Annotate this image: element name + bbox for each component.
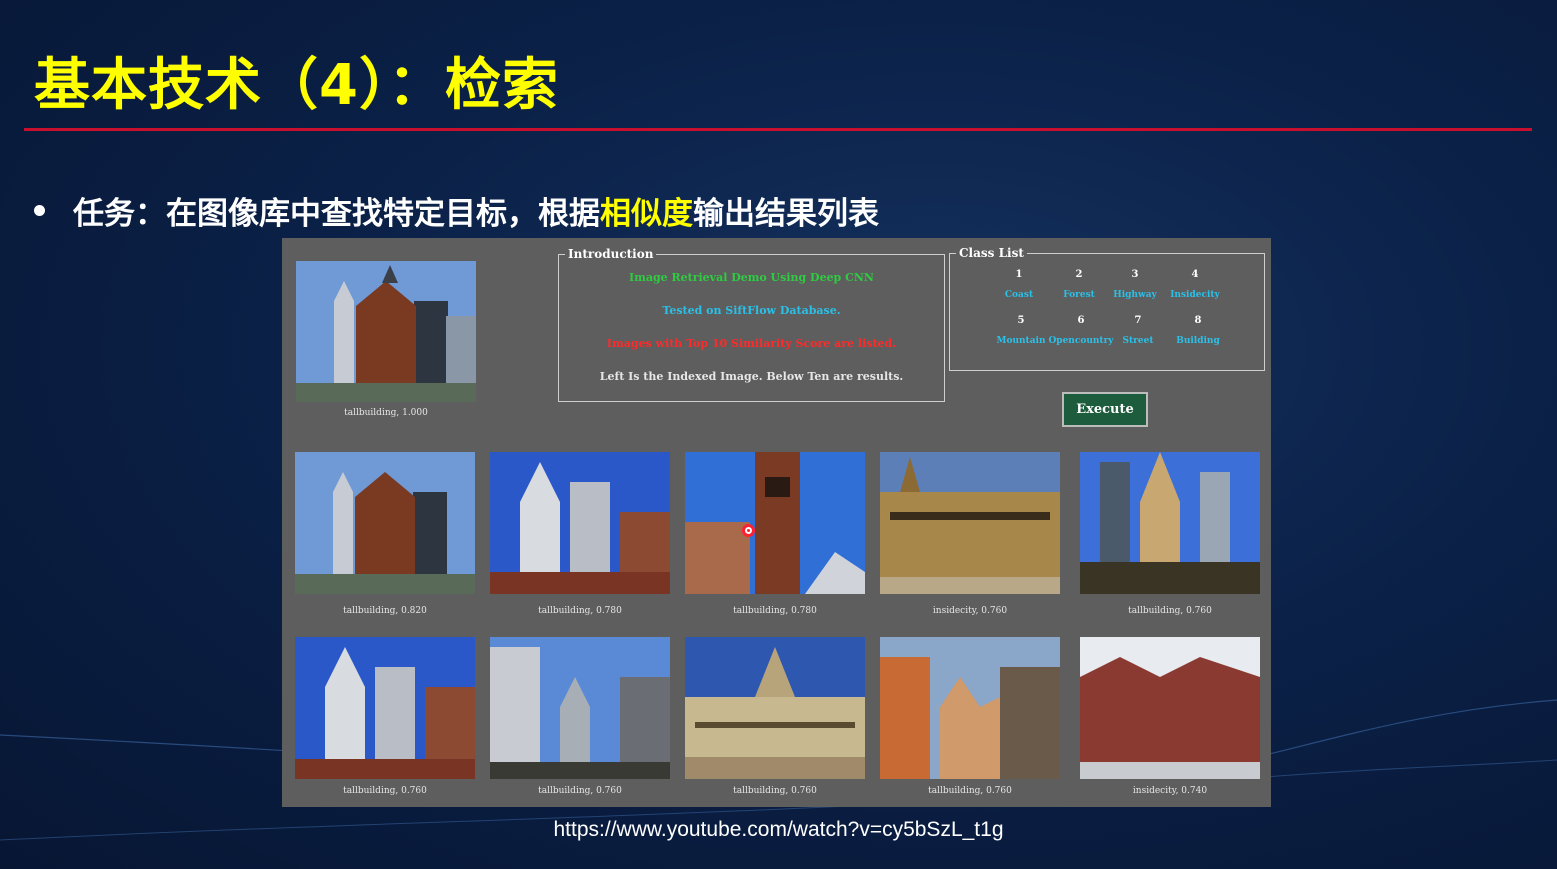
class-list-legend: Class List — [956, 245, 1027, 261]
class-item-insidecity[interactable]: 4 Insidecity — [1160, 268, 1230, 302]
result-image-5[interactable] — [1080, 452, 1260, 594]
class-number: 4 — [1191, 269, 1199, 280]
result-caption-8: tallbuilding, 0.760 — [733, 786, 817, 796]
result-caption-1: tallbuilding, 0.820 — [343, 606, 427, 616]
execute-button[interactable]: Execute — [1062, 392, 1148, 427]
title-divider — [24, 128, 1532, 131]
bullet-icon — [34, 204, 45, 216]
class-list-box: Class List 1 Coast 2 Forest 3 Highway 4 Insi… — [949, 245, 1265, 371]
slide-title: 基本技术（4）：检索 — [34, 53, 559, 118]
video-link[interactable]: https://www.youtube.com/watch?v=cy5bSzL_… — [0, 818, 1557, 842]
class-name: Insidecity — [1170, 290, 1220, 300]
intro-line-2: Tested on SiftFlow Database. — [662, 304, 841, 317]
result-image-4[interactable] — [880, 452, 1060, 594]
intro-line-4: Left Is the Indexed Image. Below Ten are… — [599, 370, 904, 383]
result-image-6[interactable] — [295, 637, 475, 779]
introduction-legend: Introduction — [565, 246, 657, 262]
result-caption-4: insidecity, 0.760 — [932, 606, 1008, 616]
task-bullet: 任务：在图像库中查找特定目标，根据 相似度 输出结果列表 — [34, 190, 879, 232]
class-item-building[interactable]: 8 Building — [1163, 314, 1233, 348]
bullet-text-prefix: 任务：在图像库中查找特定目标，根据 — [73, 195, 600, 232]
result-caption-3: tallbuilding, 0.780 — [733, 606, 817, 616]
mouse-pointer-icon — [742, 524, 755, 537]
result-caption-2: tallbuilding, 0.780 — [538, 606, 622, 616]
result-image-8[interactable] — [685, 637, 865, 779]
intro-line-1: Image Retrieval Demo Using Deep CNN — [629, 271, 874, 284]
bullet-text-suffix: 输出结果列表 — [693, 195, 879, 232]
result-caption-7: tallbuilding, 0.760 — [538, 786, 622, 796]
retrieval-demo-window: tallbuilding, 1.000 Introduction Image R… — [282, 238, 1271, 807]
result-image-9[interactable] — [880, 637, 1060, 779]
result-image-3[interactable] — [685, 452, 865, 594]
result-caption-9: tallbuilding, 0.760 — [928, 786, 1012, 796]
result-image-7[interactable] — [490, 637, 670, 779]
result-image-1[interactable] — [295, 452, 475, 594]
result-caption-6: tallbuilding, 0.760 — [343, 786, 427, 796]
query-image[interactable] — [296, 261, 476, 402]
bullet-text-highlight: 相似度 — [600, 195, 693, 232]
result-caption-10: insidecity, 0.740 — [1132, 786, 1208, 796]
result-image-10[interactable] — [1080, 637, 1260, 779]
result-caption-5: tallbuilding, 0.760 — [1128, 606, 1212, 616]
class-name: Building — [1176, 336, 1220, 346]
introduction-box: Introduction Image Retrieval Demo Using … — [558, 246, 945, 402]
class-number: 8 — [1194, 315, 1202, 326]
intro-line-3: Images with Top 10 Similarity Score are … — [606, 337, 897, 350]
query-caption: tallbuilding, 1.000 — [344, 408, 428, 418]
result-image-2[interactable] — [490, 452, 670, 594]
